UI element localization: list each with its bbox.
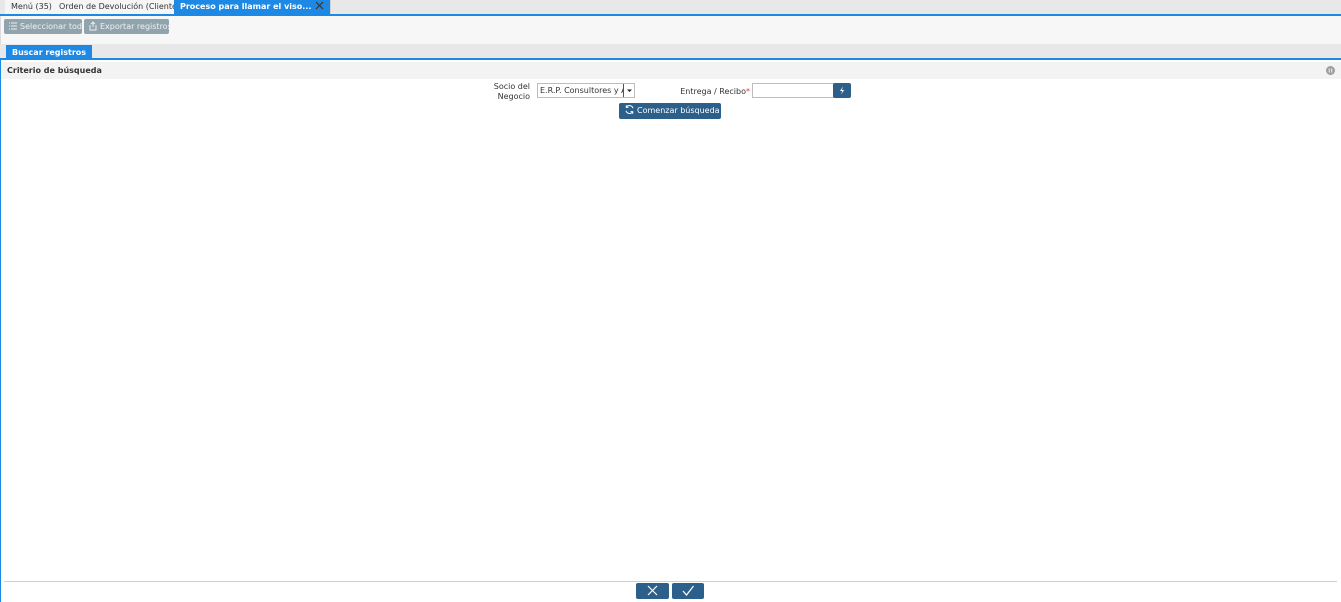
shipment-label-text: Entrega / Recibo <box>680 87 746 96</box>
footer-divider <box>4 581 1337 582</box>
ok-button[interactable] <box>672 583 704 599</box>
tab-process-label: Proceso para llamar el viso... <box>180 2 312 11</box>
partner-value[interactable]: E.R.P. Consultores y Asociados <box>540 84 624 97</box>
search-criteria-header[interactable]: Criterio de búsqueda <box>1 62 1341 79</box>
partner-combobox[interactable]: E.R.P. Consultores y Asociados <box>537 83 635 98</box>
toolbar: Seleccionar todo Exportar registros <box>0 16 1341 44</box>
cancel-button[interactable] <box>636 583 669 599</box>
list-icon <box>9 22 17 30</box>
tab-menu-label: Menú (35) <box>11 2 52 11</box>
shipment-field[interactable] <box>752 83 834 98</box>
close-icon[interactable] <box>315 1 324 10</box>
start-search-button[interactable]: Comenzar búsqueda ... <box>619 103 730 119</box>
shipment-label: Entrega / Recibo* <box>660 87 750 97</box>
export-records-label: Exportar registros <box>100 22 172 31</box>
left-border <box>0 60 1 602</box>
export-records-button[interactable]: Exportar registros <box>84 19 172 34</box>
refresh-icon <box>625 105 634 114</box>
close-icon <box>647 585 658 596</box>
export-icon <box>89 21 97 31</box>
shipment-lookup-button[interactable] <box>833 83 851 98</box>
tab-process[interactable]: Proceso para llamar el viso... <box>174 0 332 14</box>
search-form: Socio del Negocio E.R.P. Consultores y A… <box>484 80 856 102</box>
tab-return-order-label: Orden de Devolución (Cliente) <box>59 2 181 11</box>
select-all-button[interactable]: Seleccionar todo <box>4 19 87 34</box>
select-all-label: Seleccionar todo <box>20 22 87 31</box>
tab-menu[interactable]: Menú (35) <box>5 0 59 14</box>
window-tab-bar: Menú (35) Orden de Devolución (Cliente) … <box>0 0 1341 16</box>
collapse-icon[interactable] <box>1326 66 1335 75</box>
chevron-down-icon[interactable] <box>623 84 634 97</box>
subtab-strip: Buscar registros <box>0 44 1341 60</box>
lightning-icon <box>840 86 845 95</box>
tab-search-records[interactable]: Buscar registros <box>6 45 93 60</box>
required-mark: * <box>746 87 750 96</box>
check-icon <box>682 585 694 596</box>
partner-label-text: Socio del Negocio <box>493 82 530 101</box>
search-criteria-title: Criterio de búsqueda <box>7 66 102 75</box>
partner-label: Socio del Negocio <box>484 82 530 102</box>
tab-search-records-label: Buscar registros <box>12 48 87 57</box>
start-search-label: Comenzar búsqueda ... <box>637 106 730 115</box>
